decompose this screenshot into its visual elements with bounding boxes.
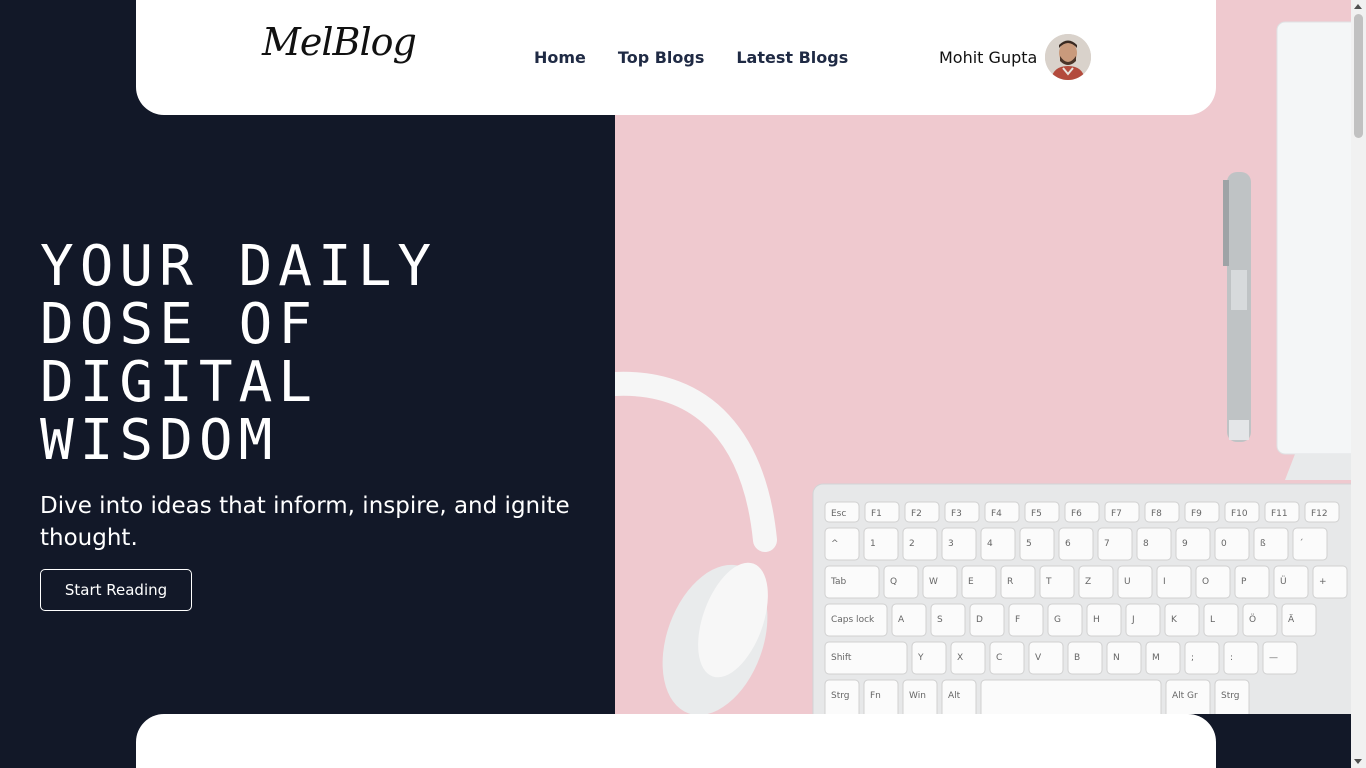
keyboard-key-label: F5 [1031, 509, 1042, 519]
keyboard-key-label: Alt [948, 691, 961, 701]
keyboard-key-label: Win [909, 691, 926, 701]
hero-title-line: DIGITAL [40, 350, 319, 415]
keyboard-key-label: 2 [909, 539, 915, 549]
keyboard-key-label: Ü [1280, 576, 1287, 587]
keyboard-key-label: 0 [1221, 539, 1227, 549]
keyboard-key-label: G [1054, 615, 1061, 625]
keyboard-key-label: 6 [1065, 539, 1071, 549]
keyboard-key-label: L [1210, 615, 1215, 625]
logo[interactable]: MelBlog [262, 20, 417, 64]
avatar[interactable] [1045, 34, 1091, 80]
keyboard-key-label: F9 [1191, 509, 1202, 519]
start-reading-button[interactable]: Start Reading [40, 569, 192, 611]
keyboard-key-label: Caps lock [831, 615, 875, 625]
keyboard-key-label: F3 [951, 509, 962, 519]
keyboard-key-label: 9 [1182, 539, 1188, 549]
keyboard-key-label: Ä [1288, 614, 1295, 625]
keyboard-key-label: 4 [987, 539, 993, 549]
keyboard-key-label: Tab [830, 577, 847, 587]
keyboard-key-label: F8 [1151, 509, 1162, 519]
keyboard-key-label: F11 [1271, 509, 1288, 519]
keyboard-key-label: D [976, 615, 983, 625]
keyboard-key-label: Ö [1249, 614, 1256, 625]
nav-links: Home Top Blogs Latest Blogs [534, 48, 848, 67]
keyboard-key-label: ^ [831, 539, 839, 549]
keyboard-key-label: J [1131, 615, 1135, 625]
hero-title-line: YOUR DAILY [40, 234, 438, 299]
headphones-band [615, 371, 777, 552]
keyboard-key-label: F2 [911, 509, 922, 519]
keyboard-key-label: F12 [1311, 509, 1328, 519]
keyboard-key-label: F10 [1231, 509, 1248, 519]
keyboard-key-label: F1 [871, 509, 882, 519]
user-name[interactable]: Mohit Gupta [939, 48, 1037, 67]
keyboard-key [980, 679, 1162, 714]
keyboard-key-label: — [1269, 653, 1278, 663]
keyboard-key-label: N [1113, 653, 1120, 663]
keyboard-key-label: F [1015, 615, 1020, 625]
scrollbar[interactable] [1351, 0, 1366, 768]
keyboard-key-label: F7 [1111, 509, 1122, 519]
keyboard-key-label: Shift [831, 653, 852, 663]
keyboard-key-label: Z [1085, 577, 1091, 587]
hero-title-line: DOSE OF [40, 292, 319, 357]
keyboard-key-label: Q [890, 577, 897, 587]
avatar-image [1045, 34, 1091, 80]
keyboard-key-label: H [1093, 615, 1100, 625]
keyboard-key-label: Esc [831, 509, 846, 519]
keyboard-key-label: B [1074, 653, 1080, 663]
keyboard-key-label: ß [1260, 539, 1266, 549]
keyboard-key-label: T [1045, 577, 1052, 587]
keyboard-key-label: 5 [1026, 539, 1032, 549]
keyboard-key-label: Alt Gr [1172, 691, 1198, 701]
keyboard-key-label: 7 [1104, 539, 1110, 549]
keyboard-key-label: ; [1191, 653, 1194, 663]
hero-title-line: WISDOM [40, 408, 279, 473]
keyboard-key-label: 1 [870, 539, 876, 549]
hero-subtitle: Dive into ideas that inform, inspire, an… [40, 493, 570, 551]
scroll-down-icon[interactable] [1354, 759, 1362, 764]
keyboard-key-label: Y [917, 653, 924, 663]
scroll-up-icon[interactable] [1354, 4, 1362, 9]
notebook-shape [1276, 21, 1351, 455]
content-card [136, 714, 1216, 768]
keyboard-key-label: W [929, 577, 938, 587]
keyboard-key-label: S [937, 615, 943, 625]
keyboard-key-label: V [1035, 653, 1042, 663]
keyboard-key-label: 3 [948, 539, 954, 549]
navbar: MelBlog Home Top Blogs Latest Blogs Mohi… [136, 0, 1216, 115]
keyboard-key-label: U [1124, 577, 1131, 587]
keyboard-key-label: A [898, 615, 905, 625]
keyboard-key-label: P [1241, 577, 1247, 587]
keyboard-key-label: 8 [1143, 539, 1149, 549]
keyboard-key-label: I [1163, 577, 1166, 587]
keyboard-key-label: M [1152, 653, 1160, 663]
keyboard-key-label: ´ [1299, 538, 1304, 549]
keyboard-key-label: Fn [870, 691, 881, 701]
keyboard-key-label: F6 [1071, 509, 1082, 519]
nav-link-latest-blogs[interactable]: Latest Blogs [736, 48, 848, 67]
keyboard-key-label: R [1007, 577, 1013, 587]
keyboard-key-label: X [957, 653, 963, 663]
keyboard-key-label: Strg [831, 691, 850, 701]
keyboard-key-label: : [1230, 653, 1233, 663]
keyboard-key-label: E [968, 577, 974, 587]
nav-link-top-blogs[interactable]: Top Blogs [618, 48, 704, 67]
keyboard-key-label: O [1202, 577, 1209, 587]
scroll-thumb[interactable] [1354, 14, 1363, 138]
keyboard-key-label: C [996, 653, 1002, 663]
keyboard-key-label: + [1319, 577, 1327, 587]
hero-title: YOUR DAILY DOSE OF DIGITAL WISDOM [40, 238, 600, 470]
keyboard-key-label: Strg [1221, 691, 1240, 701]
keyboard-key-label: F4 [991, 509, 1002, 519]
nav-link-home[interactable]: Home [534, 48, 586, 67]
